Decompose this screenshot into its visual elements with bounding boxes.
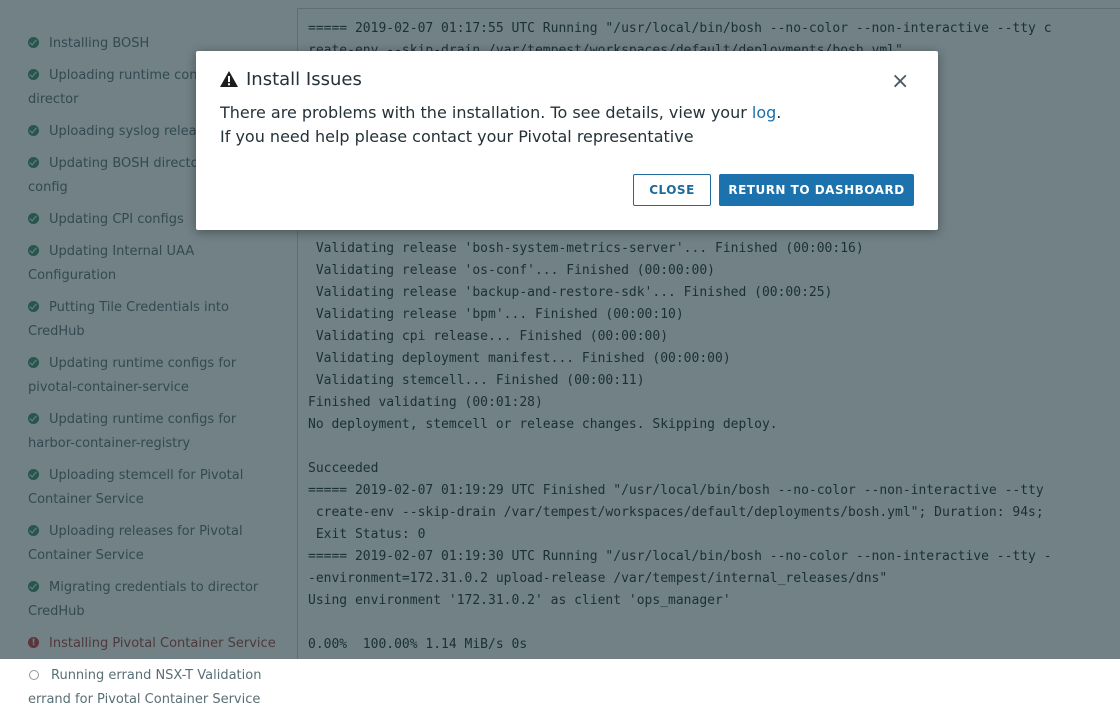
close-button[interactable]: CLOSE bbox=[633, 174, 711, 206]
step-item: Running errand NSX-T Validation errand f… bbox=[28, 664, 276, 720]
modal-message: There are problems with the installation… bbox=[220, 101, 781, 149]
modal-title: Install Issues bbox=[220, 69, 362, 92]
log-link[interactable]: log bbox=[752, 103, 776, 122]
close-icon[interactable]: × bbox=[891, 71, 909, 93]
modal-message-text: There are problems with the installation… bbox=[220, 103, 752, 122]
pending-circle-icon bbox=[29, 670, 39, 680]
return-to-dashboard-button[interactable]: RETURN TO DASHBOARD bbox=[719, 174, 914, 206]
install-issues-modal: Install Issues × There are problems with… bbox=[196, 51, 938, 230]
step-label: Running errand NSX-T Validation errand f… bbox=[28, 668, 262, 707]
modal-message-period: . bbox=[776, 103, 782, 122]
modal-title-text: Install Issues bbox=[246, 69, 362, 90]
modal-message-line-1: There are problems with the installation… bbox=[220, 101, 781, 125]
modal-message-line-2: If you need help please contact your Piv… bbox=[220, 127, 694, 146]
warning-triangle-icon bbox=[220, 71, 238, 92]
